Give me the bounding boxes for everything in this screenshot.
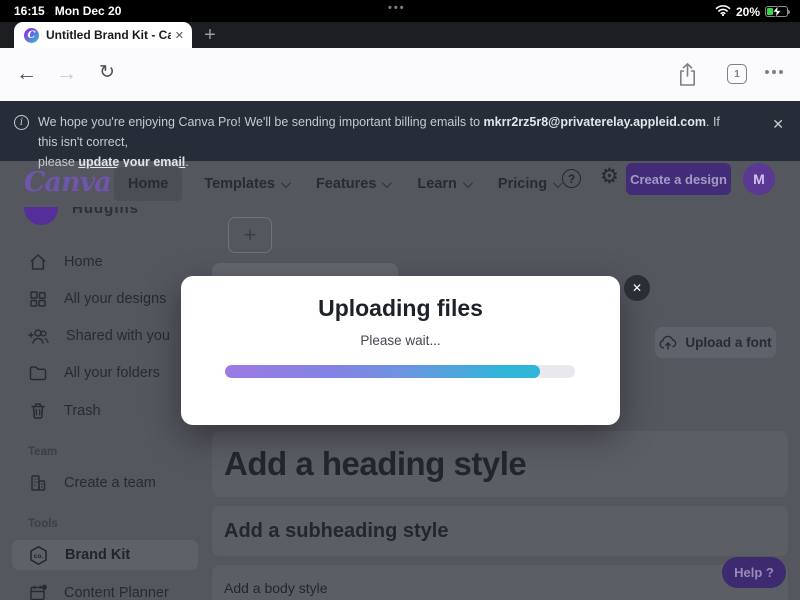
forward-button[interactable]: → — [56, 61, 77, 87]
canva-header: Canva Home Templates Features Learn Pric… — [0, 161, 800, 207]
close-icon: ✕ — [632, 281, 642, 295]
sidebar-item-label: All your folders — [64, 365, 160, 381]
multitask-dots: ••• — [388, 2, 406, 14]
battery-percent: 20% — [736, 5, 760, 19]
user-name: Hudgins — [72, 207, 139, 217]
cloud-upload-icon — [659, 335, 677, 350]
sidebar: Hudgins Home All your designs Shared wit… — [0, 207, 210, 600]
sidebar-item-label: All your designs — [64, 291, 166, 307]
nav-features[interactable]: Features — [302, 167, 403, 201]
heading-style-text: Add a heading style — [224, 445, 526, 483]
folder-icon — [28, 363, 48, 383]
nav-home-label: Home — [128, 176, 168, 192]
new-tab-button[interactable]: + — [198, 23, 222, 47]
sidebar-item-shared-with-you[interactable]: Shared with you — [0, 321, 210, 351]
back-button[interactable]: ← — [16, 61, 37, 87]
user-avatar — [24, 207, 58, 225]
add-color-tile[interactable]: + — [228, 217, 272, 253]
nav-learn-label: Learn — [417, 176, 457, 192]
tools-section-label: Tools — [28, 518, 58, 530]
canva-favicon-icon: C — [24, 28, 39, 43]
upload-progress-fill — [225, 365, 540, 378]
sidebar-item-brand-kit[interactable]: co. Brand Kit — [0, 540, 210, 570]
add-subheading-style-row[interactable]: Add a subheading style — [212, 506, 788, 556]
help-icon[interactable]: ? — [562, 169, 581, 188]
date: Mon Dec 20 — [55, 4, 122, 18]
ipad-safari-canva-screen: 16:15 Mon Dec 20 ••• 20% C Untitled Bran… — [0, 0, 800, 600]
chevron-down-icon — [382, 178, 392, 188]
content-planner-icon — [28, 583, 48, 600]
sidebar-item-label: Create a team — [64, 475, 156, 491]
sidebar-item-all-your-designs[interactable]: All your designs — [0, 284, 210, 314]
modal-title: Uploading files — [181, 295, 620, 322]
gear-icon[interactable]: ⚙ — [600, 164, 619, 189]
status-bar: 16:15 Mon Dec 20 ••• 20% — [0, 0, 800, 22]
team-building-icon — [28, 473, 48, 493]
svg-text:co.: co. — [34, 553, 44, 560]
sidebar-item-label: Home — [64, 254, 103, 270]
banner-text-1: We hope you're enjoying Canva Pro! We'll… — [38, 115, 484, 129]
nav-pricing[interactable]: Pricing — [484, 167, 574, 201]
reload-button[interactable]: ↻ — [99, 61, 115, 84]
sidebar-item-all-your-folders[interactable]: All your folders — [0, 358, 210, 388]
info-icon: i — [14, 115, 29, 130]
upload-font-label: Upload a font — [685, 335, 771, 350]
trash-icon — [28, 401, 48, 421]
modal-subtitle: Please wait... — [181, 333, 620, 348]
more-options-button[interactable] — [765, 70, 783, 74]
sidebar-item-label: Brand Kit — [65, 547, 130, 563]
account-avatar[interactable]: M — [743, 163, 775, 195]
designs-grid-icon — [28, 289, 48, 309]
shared-users-icon — [28, 326, 50, 346]
nav-features-label: Features — [316, 176, 376, 192]
nav-learn[interactable]: Learn — [403, 167, 484, 201]
sidebar-item-label: Content Planner — [64, 585, 169, 600]
banner-close-icon[interactable]: ✕ — [772, 116, 784, 133]
chevron-down-icon — [463, 178, 473, 188]
sidebar-item-home[interactable]: Home — [0, 247, 210, 277]
tab-title: Untitled Brand Kit - Canv — [46, 28, 171, 42]
sidebar-item-label: Trash — [64, 403, 101, 419]
create-design-button[interactable]: Create a design — [626, 163, 731, 195]
chevron-down-icon — [281, 178, 291, 188]
upload-font-button[interactable]: Upload a font — [655, 327, 776, 358]
upload-progress-bar — [225, 365, 575, 378]
wifi-icon — [715, 4, 731, 19]
main-nav: Home Templates Features Learn Pricing — [114, 166, 574, 202]
charging-bolt-icon — [773, 6, 781, 17]
help-button[interactable]: Help ? — [722, 557, 786, 588]
nav-templates[interactable]: Templates — [190, 167, 302, 201]
nav-home[interactable]: Home — [114, 167, 182, 201]
tab-bar: C Untitled Brand Kit - Canv ✕ + — [0, 22, 800, 48]
billing-banner: i We hope you're enjoying Canva Pro! We'… — [0, 101, 800, 161]
user-profile-row[interactable]: Hudgins — [24, 207, 139, 225]
tab-switcher-button[interactable]: 1 — [727, 64, 747, 84]
add-heading-style-row[interactable]: Add a heading style — [212, 431, 788, 497]
sidebar-item-content-planner[interactable]: Content Planner — [0, 578, 210, 600]
team-section-label: Team — [28, 446, 57, 458]
sidebar-item-label: Shared with you — [66, 328, 170, 344]
clock: 16:15 — [14, 4, 45, 18]
active-tab[interactable]: C Untitled Brand Kit - Canv ✕ — [14, 22, 192, 48]
sidebar-item-trash[interactable]: Trash — [0, 396, 210, 426]
add-body-style-row[interactable]: Add a body style — [212, 565, 788, 600]
nav-pricing-label: Pricing — [498, 176, 547, 192]
home-icon — [28, 252, 48, 272]
brand-kit-icon: co. — [28, 545, 49, 566]
uploading-files-modal: Uploading files Please wait... — [181, 276, 620, 425]
tab-close-icon[interactable]: ✕ — [175, 29, 184, 42]
body-style-text: Add a body style — [224, 580, 328, 596]
sidebar-item-create-a-team[interactable]: Create a team — [0, 468, 210, 498]
modal-close-button[interactable]: ✕ — [624, 275, 650, 301]
subheading-style-text: Add a subheading style — [224, 520, 448, 543]
nav-templates-label: Templates — [204, 176, 275, 192]
canva-logo[interactable]: Canva — [24, 167, 111, 198]
banner-email: mkrr2rz5r8@privaterelay.appleid.com — [484, 115, 706, 129]
browser-toolbar: ← → ↻ canva.com 1 — [0, 48, 800, 101]
battery-icon — [765, 6, 788, 17]
share-icon[interactable] — [678, 63, 697, 92]
